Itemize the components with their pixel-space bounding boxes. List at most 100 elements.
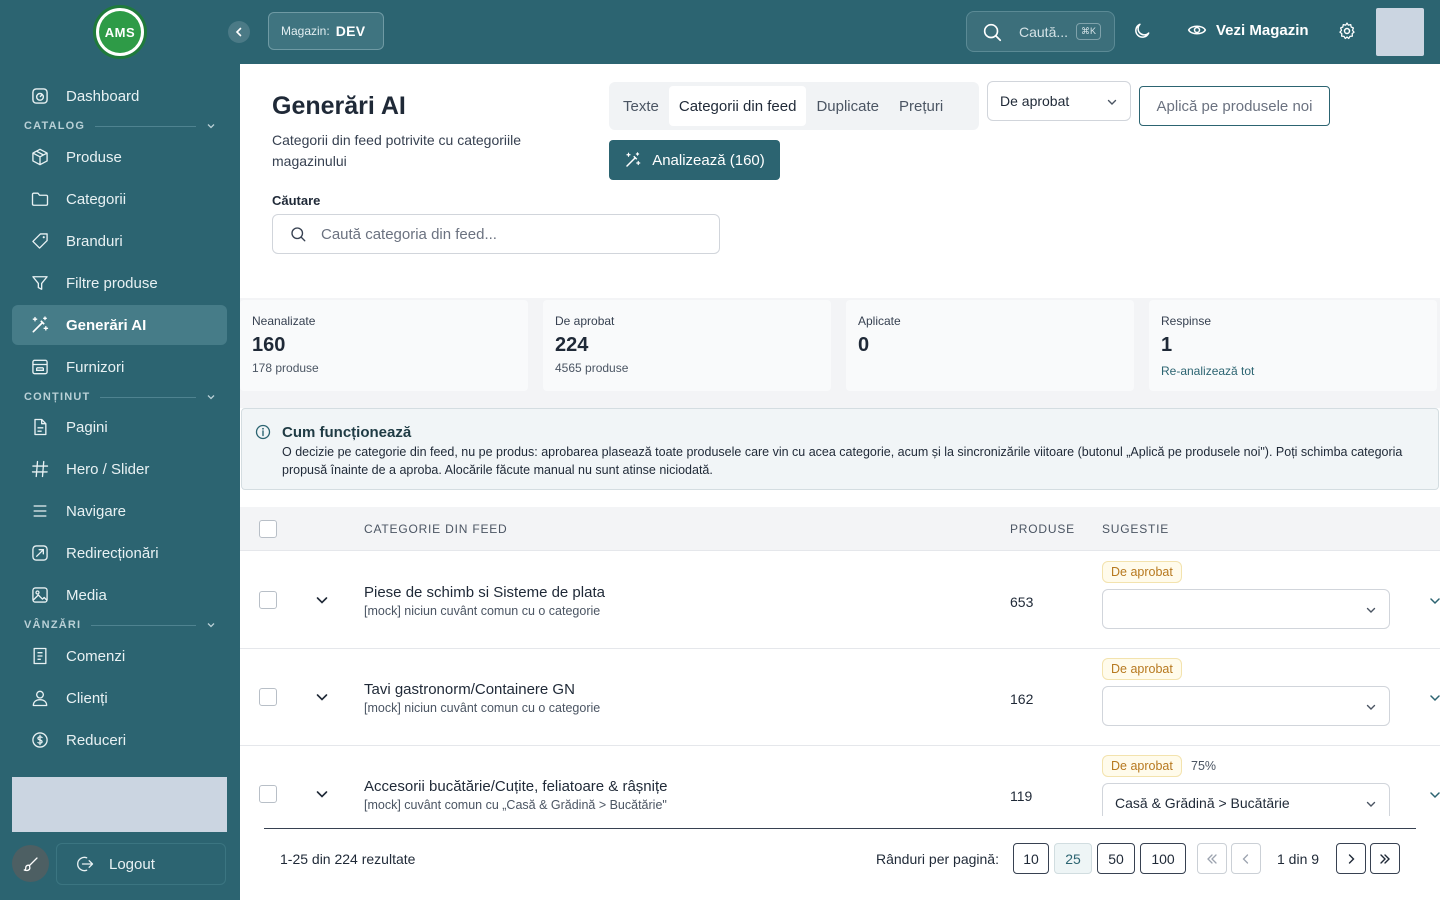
search-input[interactable]: [321, 225, 701, 243]
sidebar-item-dashboard[interactable]: Dashboard: [12, 76, 227, 116]
theme-brush-button[interactable]: [12, 845, 49, 882]
status-badge: De aprobat: [1102, 755, 1182, 777]
tab-categorii-din-feed[interactable]: Categorii din feed: [668, 86, 807, 126]
page-info: 1 din 9: [1277, 851, 1320, 867]
sidebar-item-redirectionari[interactable]: Redirecționări: [12, 533, 227, 573]
next-page-button[interactable]: [1336, 843, 1366, 874]
collapse-sidebar-button[interactable]: [228, 21, 250, 43]
gear-icon[interactable]: [1337, 21, 1357, 41]
sidebar-item-label: Pagini: [66, 418, 108, 436]
sidebar-item-label: Comenzi: [66, 647, 126, 665]
info-title: Cum funcționează: [282, 424, 412, 441]
sidebar-item-pagini[interactable]: Pagini: [12, 407, 227, 447]
section-catalog[interactable]: CATALOG: [24, 119, 216, 133]
sidebar-item-label: Clienți: [66, 689, 108, 707]
last-page-button[interactable]: [1370, 843, 1400, 874]
store-selector[interactable]: Magazin: DEV: [268, 12, 384, 50]
sidebar-item-produse[interactable]: Produse: [12, 137, 227, 177]
section-content[interactable]: CONȚINUT: [24, 390, 216, 404]
analyze-button[interactable]: Analizează (160): [609, 140, 780, 180]
global-search[interactable]: Caută... ⌘K: [966, 11, 1115, 52]
logout-button[interactable]: Logout: [56, 843, 226, 885]
avatar[interactable]: [1376, 8, 1424, 56]
row-checkbox[interactable]: [259, 688, 277, 706]
status-filter-select[interactable]: De aprobat: [987, 81, 1131, 121]
chevron-down-icon: [1366, 607, 1376, 613]
stat-label: Neanalizate: [252, 314, 316, 328]
select-all-checkbox[interactable]: [259, 520, 277, 538]
row-checkbox[interactable]: [259, 785, 277, 803]
table-row: Accesorii bucătărie/Cuțite, feliatoare &…: [240, 746, 1440, 816]
chevron-down-icon: [1366, 801, 1376, 807]
sidebar-item-filtre[interactable]: Filtre produse: [12, 263, 227, 303]
page-title: Generări AI: [272, 92, 406, 120]
column-header-category[interactable]: CATEGORIE DIN FEED: [364, 522, 508, 536]
stat-value: 160: [252, 334, 286, 356]
row-product-count: 653: [1010, 594, 1034, 610]
top-bar: AMS Magazin: DEV Caută... ⌘K Vezi Magazi…: [0, 0, 1440, 64]
first-page-button[interactable]: [1197, 843, 1227, 874]
sidebar-item-media[interactable]: Media: [12, 575, 227, 615]
info-icon: [255, 424, 271, 440]
sidebar-item-generari-ai[interactable]: Generări AI: [12, 305, 227, 345]
sidebar-item-hero-slider[interactable]: Hero / Slider: [12, 449, 227, 489]
stat-label: Aplicate: [858, 314, 901, 328]
sidebar-item-navigare[interactable]: Navigare: [12, 491, 227, 531]
tab-bar: Texte Categorii din feed Duplicate Prețu…: [609, 82, 979, 130]
expand-chevron-icon[interactable]: [314, 786, 330, 802]
row-action-chevron-icon[interactable]: [1430, 691, 1440, 705]
sidebar-item-comenzi[interactable]: Comenzi: [12, 636, 227, 676]
apply-new-products-button[interactable]: Aplică pe produsele noi: [1139, 86, 1330, 126]
reanalyze-all-link[interactable]: Re-analizează tot: [1161, 364, 1425, 378]
chevron-left-icon: [1242, 853, 1249, 864]
sidebar-item-label: Media: [66, 586, 107, 604]
section-label: CONȚINUT: [24, 391, 91, 403]
logo-text: AMS: [99, 11, 141, 53]
row-action-chevron-icon[interactable]: [1430, 788, 1440, 802]
sidebar-item-reduceri[interactable]: Reduceri: [12, 720, 227, 760]
suggestion-select[interactable]: [1102, 589, 1390, 629]
brush-icon: [23, 856, 38, 871]
expand-chevron-icon[interactable]: [314, 689, 330, 705]
row-product-count: 162: [1010, 691, 1034, 707]
suggestion-select[interactable]: Casă & Grădină > Bucătărie: [1102, 783, 1390, 816]
sidebar: Dashboard CATALOG Produse Categorii Bran…: [0, 64, 240, 900]
tag-icon: [30, 231, 50, 251]
row-checkbox[interactable]: [259, 591, 277, 609]
suggestion-select[interactable]: [1102, 686, 1390, 726]
page-size-100[interactable]: 100: [1140, 843, 1186, 874]
sidebar-placeholder-block: [12, 777, 227, 832]
redirect-icon: [30, 543, 50, 563]
page-size-25[interactable]: 25: [1054, 843, 1092, 874]
sidebar-item-label: Dashboard: [66, 87, 140, 105]
search-shortcut: ⌘K: [1076, 23, 1102, 40]
sidebar-item-furnizori[interactable]: Furnizori: [12, 347, 227, 387]
sidebar-item-categorii[interactable]: Categorii: [12, 179, 227, 219]
row-action-chevron-icon[interactable]: [1430, 594, 1440, 608]
section-sales[interactable]: VÂNZĂRI: [24, 618, 216, 632]
view-store-button[interactable]: Vezi Magazin: [1187, 20, 1309, 40]
column-header-suggestion[interactable]: SUGESTIE: [1102, 522, 1169, 536]
confidence-percent: 75%: [1191, 759, 1217, 773]
sidebar-item-clienti[interactable]: Clienți: [12, 678, 227, 718]
moon-icon[interactable]: [1132, 21, 1152, 41]
column-header-products[interactable]: PRODUSE: [1010, 522, 1075, 536]
tab-preturi[interactable]: Prețuri: [889, 86, 953, 126]
sidebar-item-label: Hero / Slider: [66, 460, 150, 478]
logout-label: Logout: [109, 855, 155, 873]
page-size-10[interactable]: 10: [1013, 843, 1049, 874]
stat-sub: 178 produse: [252, 361, 319, 375]
info-box: Cum funcționează O decizie pe categorie …: [241, 408, 1439, 490]
page-size-50[interactable]: 50: [1097, 843, 1135, 874]
tab-duplicate[interactable]: Duplicate: [806, 86, 889, 126]
sidebar-item-branduri[interactable]: Branduri: [12, 221, 227, 261]
document-icon: [30, 417, 50, 437]
tab-texte[interactable]: Texte: [613, 86, 669, 126]
status-badge: De aprobat: [1102, 658, 1182, 680]
prev-page-button[interactable]: [1231, 843, 1261, 874]
chevrons-left-icon: [1207, 853, 1217, 864]
expand-chevron-icon[interactable]: [314, 592, 330, 608]
logo[interactable]: AMS: [93, 5, 147, 59]
receipt-icon: [30, 646, 50, 666]
pagination-bar: 1-25 din 224 rezultate Rânduri per pagin…: [240, 829, 1440, 900]
